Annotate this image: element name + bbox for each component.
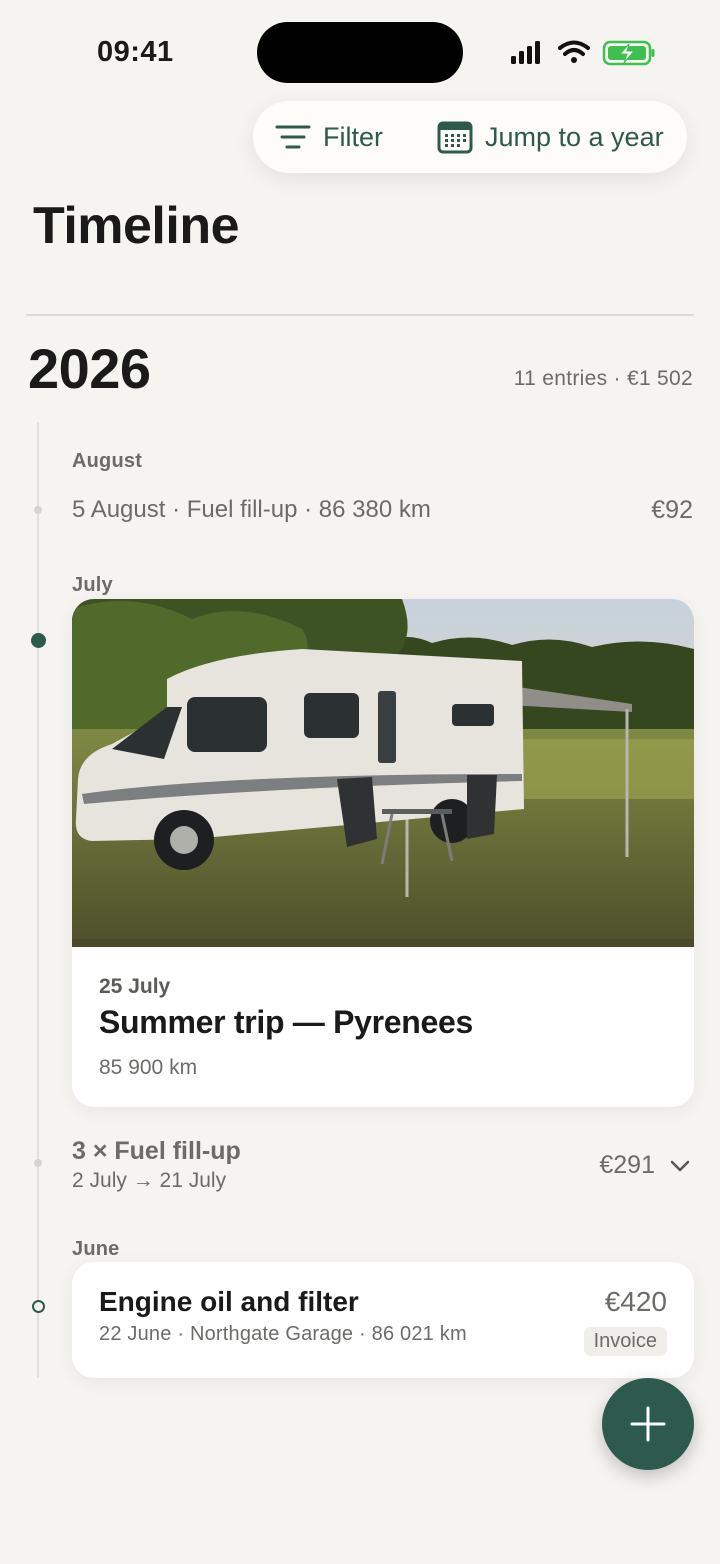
wifi-icon — [558, 40, 590, 63]
chevron-down-icon[interactable] — [666, 1152, 694, 1180]
trip-photo — [72, 599, 694, 947]
timeline-rail — [37, 422, 39, 1378]
jump-to-year-label: Jump to a year — [485, 121, 664, 152]
fuel-group-range: 2 July → 21 July — [72, 1169, 227, 1192]
signal-icon — [511, 41, 540, 64]
fuel-group-title[interactable]: 3 × Fuel fill-up — [72, 1137, 241, 1166]
dynamic-island — [257, 22, 463, 83]
service-card[interactable]: Engine oil and filter 22 June · Northgat… — [72, 1262, 694, 1378]
calendar-icon — [437, 121, 473, 154]
divider — [26, 314, 694, 316]
month-label-july: July — [72, 574, 113, 596]
trip-card[interactable]: 25 July Summer trip — Pyrenees 85 900 km — [72, 599, 694, 1107]
trip-km: 85 900 km — [99, 1056, 198, 1079]
service-title: Engine oil and filter — [99, 1286, 359, 1317]
month-label-june: June — [72, 1238, 120, 1260]
fuel-entry-text[interactable]: 5 August · Fuel fill-up · 86 380 km — [72, 496, 431, 524]
plus-icon — [630, 1406, 666, 1442]
year-heading: 2026 — [28, 337, 151, 400]
battery-charging-icon — [602, 40, 655, 66]
page-title: Timeline — [33, 197, 240, 255]
service-amount: €420 — [604, 1286, 667, 1317]
timeline-dot-active — [31, 633, 46, 648]
year-summary: 11 entries · €1 502 — [513, 367, 693, 390]
service-details: 22 June · Northgate Garage · 86 021 km — [99, 1323, 467, 1345]
timeline-dot-open — [31, 1300, 45, 1313]
fuel-entry-amount: €92 — [651, 496, 693, 524]
add-entry-button[interactable] — [602, 1378, 694, 1470]
invoice-badge[interactable]: Invoice — [583, 1327, 667, 1356]
fuel-group-amount: €291 — [599, 1151, 655, 1179]
timeline-dot — [34, 1159, 42, 1167]
trip-date: 25 July — [99, 975, 171, 998]
jump-to-year-button[interactable]: Jump to a year — [437, 101, 664, 173]
status-time: 09:41 — [97, 36, 174, 68]
trip-title: Summer trip — Pyrenees — [99, 1004, 473, 1040]
filter-icon — [275, 125, 311, 149]
floating-toolbar: Filter Jump to a year — [253, 101, 687, 173]
filter-label: Filter — [323, 121, 383, 152]
month-label-august: August — [72, 450, 143, 472]
filter-button[interactable]: Filter — [275, 101, 383, 173]
status-icons — [511, 40, 655, 66]
timeline-dot — [34, 506, 42, 514]
